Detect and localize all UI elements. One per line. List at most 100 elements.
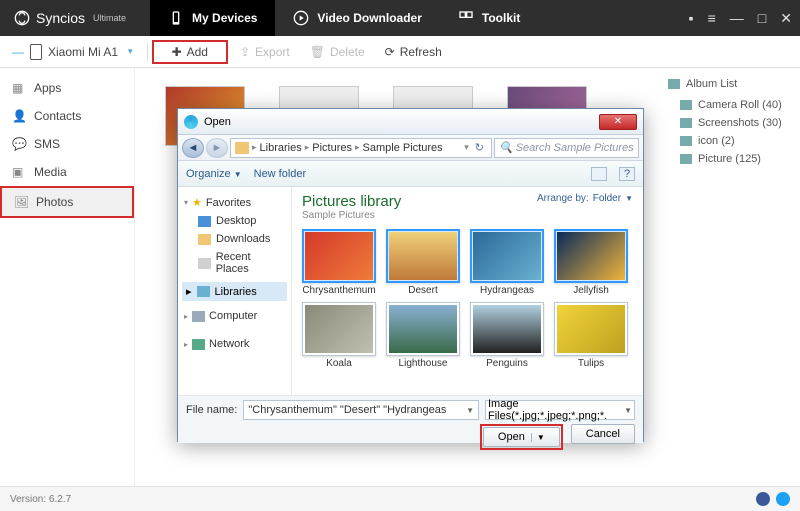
desktop-icon (198, 216, 211, 227)
picture-item[interactable]: Penguins (470, 302, 544, 369)
export-icon: ⇪ (240, 45, 250, 59)
minimize-button[interactable]: — (730, 10, 744, 26)
new-folder-button[interactable]: New folder (254, 168, 307, 180)
dialog-search-input[interactable]: 🔍 Search Sample Pictures (494, 138, 639, 158)
nav-desktop[interactable]: Desktop (182, 212, 287, 230)
title-bar: Syncios Ultimate My Devices Video Downlo… (0, 0, 800, 36)
add-icon: ✚ (172, 45, 182, 59)
open-file-dialog: Open ✕ ◄ ► ▸ Libraries ▸ Pictures ▸ Samp… (177, 108, 644, 442)
action-bar: — Xiaomi Mi A1 ▾ ✚ Add ⇪ Export 🗑 Delete… (0, 36, 800, 68)
cancel-button[interactable]: Cancel (571, 424, 635, 444)
feedback-icon[interactable]: ▪ (689, 10, 694, 26)
twitter-icon[interactable] (776, 492, 790, 506)
grid-icon (458, 10, 474, 26)
dialog-titlebar: Open ✕ (178, 109, 643, 135)
dialog-nav-pane: ▾★Favorites Desktop Downloads Recent Pla… (178, 187, 292, 395)
tab-my-devices[interactable]: My Devices (150, 0, 275, 36)
picture-name: Chrysanthemum (302, 285, 376, 296)
libraries-icon (197, 286, 210, 297)
folder-icon (680, 136, 692, 146)
sidebar-item-media[interactable]: ▣Media (0, 158, 134, 186)
export-button[interactable]: ⇪ Export (230, 45, 300, 59)
filename-input[interactable]: "Chrysanthemum" "Desert" "Hydrangeas▼ (243, 400, 479, 420)
nav-favorites[interactable]: ▾★Favorites (182, 193, 287, 212)
highlight-photos: 🖼Photos (0, 186, 134, 218)
album-item[interactable]: Screenshots (30) (668, 114, 792, 132)
app-edition: Ultimate (93, 13, 126, 23)
device-icon (30, 44, 42, 60)
album-item[interactable]: icon (2) (668, 132, 792, 150)
album-item[interactable]: Picture (125) (668, 150, 792, 168)
status-bar: Version: 6.2.7 (0, 486, 800, 511)
picture-name: Koala (302, 358, 376, 369)
library-title: Pictures library (302, 193, 401, 210)
nav-forward-button[interactable]: ► (206, 138, 228, 158)
dialog-close-button[interactable]: ✕ (599, 114, 637, 130)
maximize-button[interactable]: □ (758, 10, 766, 26)
picture-item[interactable]: Koala (302, 302, 376, 369)
album-item[interactable]: Camera Roll (40) (668, 96, 792, 114)
highlight-open: Open▼ (480, 424, 563, 450)
picture-item[interactable]: Jellyfish (554, 229, 628, 296)
add-button[interactable]: ✚ Add (162, 45, 218, 59)
main-tabs: My Devices Video Downloader Toolkit (150, 0, 538, 36)
app-logo: Syncios Ultimate (0, 10, 140, 26)
photos-icon: 🖼 (14, 195, 28, 209)
picture-name: Hydrangeas (470, 285, 544, 296)
dialog-body: ▾★Favorites Desktop Downloads Recent Pla… (178, 187, 643, 395)
picture-name: Desert (386, 285, 460, 296)
library-subtitle: Sample Pictures (302, 210, 401, 221)
view-mode-button[interactable] (591, 167, 607, 181)
filename-label: File name: (186, 404, 237, 416)
sidebar-item-apps[interactable]: ▦Apps (0, 74, 134, 102)
facebook-icon[interactable] (756, 492, 770, 506)
library-icon (235, 142, 249, 154)
picture-item[interactable]: Hydrangeas (470, 229, 544, 296)
open-button[interactable]: Open▼ (483, 427, 560, 447)
sidebar-item-sms[interactable]: 💬SMS (0, 130, 134, 158)
filetype-select[interactable]: Image Files(*.jpg;*.jpeg;*.png;*.▼ (485, 400, 635, 420)
recent-icon (198, 258, 211, 269)
tab-video-downloader[interactable]: Video Downloader (275, 0, 439, 36)
nav-downloads[interactable]: Downloads (182, 230, 287, 248)
breadcrumb-bar[interactable]: ▸ Libraries ▸ Pictures ▸ Sample Pictures… (230, 138, 492, 158)
folder-icon (680, 118, 692, 128)
refresh-button[interactable]: ⟳ Refresh (375, 45, 452, 59)
arrange-by-menu[interactable]: Arrange by: Folder ▼ (537, 193, 633, 204)
picture-item[interactable]: Tulips (554, 302, 628, 369)
dialog-icon (184, 115, 198, 129)
media-icon: ▣ (12, 165, 26, 179)
nav-libraries[interactable]: ▸Libraries (182, 282, 287, 301)
picture-item[interactable]: Desert (386, 229, 460, 296)
social-links (756, 492, 790, 506)
organize-menu[interactable]: Organize ▼ (186, 168, 242, 180)
album-icon (668, 79, 680, 89)
divider (147, 43, 148, 61)
nav-recent[interactable]: Recent Places (182, 248, 287, 278)
picture-item[interactable]: Lighthouse (386, 302, 460, 369)
right-sidebar: Album List Camera Roll (40) Screenshots … (660, 68, 800, 486)
version-label: Version: 6.2.7 (10, 494, 71, 505)
picture-name: Penguins (470, 358, 544, 369)
delete-button[interactable]: 🗑 Delete (300, 45, 375, 59)
menu-icon[interactable]: ≡ (708, 10, 716, 26)
trash-icon: 🗑 (310, 45, 325, 59)
network-icon (192, 339, 205, 350)
sidebar-item-contacts[interactable]: 👤Contacts (0, 102, 134, 130)
nav-back-button[interactable]: ◄ (182, 138, 204, 158)
tab-toolkit[interactable]: Toolkit (440, 0, 538, 36)
close-button[interactable]: ✕ (780, 10, 792, 27)
phone-icon (168, 10, 184, 26)
sidebar-item-photos[interactable]: 🖼Photos (2, 188, 132, 216)
picture-item[interactable]: Chrysanthemum (302, 229, 376, 296)
device-name: Xiaomi Mi A1 (48, 45, 118, 59)
dialog-file-list: Pictures library Sample Pictures Arrange… (292, 187, 643, 395)
dialog-toolbar: Organize ▼ New folder ? (178, 161, 643, 187)
help-button[interactable]: ? (619, 167, 635, 181)
picture-name: Jellyfish (554, 285, 628, 296)
window-controls: ▪ ≡ — □ ✕ (689, 0, 792, 36)
nav-computer[interactable]: ▸Computer (182, 307, 287, 325)
device-selector[interactable]: — Xiaomi Mi A1 ▾ (0, 44, 145, 60)
nav-network[interactable]: ▸Network (182, 335, 287, 353)
syncios-icon (14, 10, 30, 26)
